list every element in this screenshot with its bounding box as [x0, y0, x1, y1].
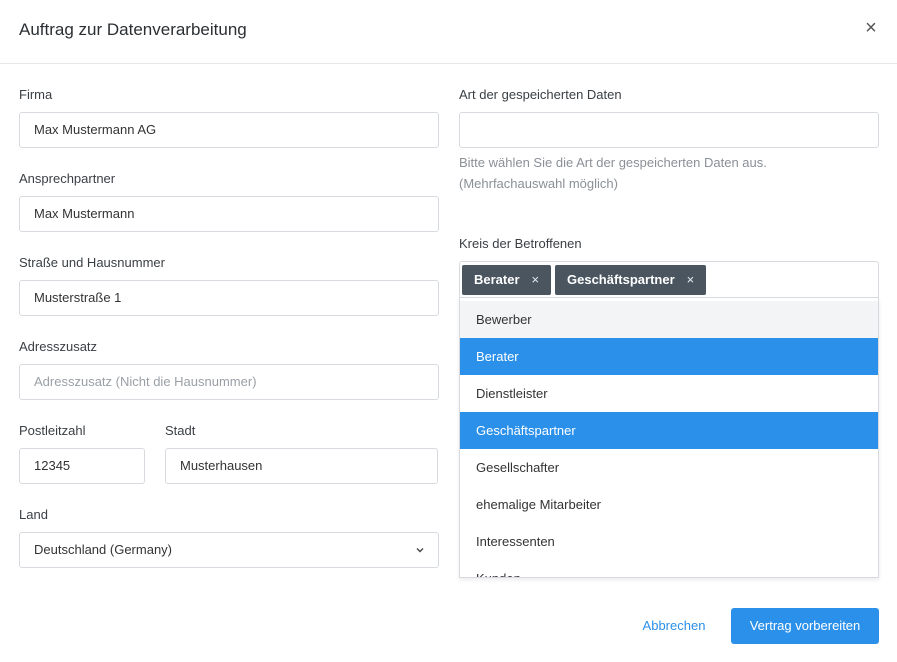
option-berater[interactable]: Berater	[460, 338, 878, 375]
option-bewerber[interactable]: Bewerber	[460, 301, 878, 338]
betroffene-label: Kreis der Betroffenen	[459, 236, 582, 251]
datenart-help-line1: Bitte wählen Sie die Art der gespeichert…	[459, 155, 767, 170]
option-geschaeftspartner[interactable]: Geschäftspartner	[460, 412, 878, 449]
land-label: Land	[19, 507, 48, 522]
betroffene-multiselect[interactable]: Berater × Geschäftspartner ×	[459, 261, 879, 297]
option-ehemalige-mitarbeiter[interactable]: ehemalige Mitarbeiter	[460, 486, 878, 523]
option-interessenten[interactable]: Interessenten	[460, 523, 878, 560]
chevron-down-icon	[416, 548, 424, 553]
ansprechpartner-label: Ansprechpartner	[19, 171, 116, 186]
firma-label: Firma	[19, 87, 53, 102]
tag-berater: Berater ×	[462, 265, 552, 295]
land-select[interactable]: Deutschland (Germany)	[19, 532, 439, 568]
option-gesellschafter[interactable]: Gesellschafter	[460, 449, 878, 486]
land-select-value: Deutschland (Germany)	[34, 542, 172, 557]
datenart-input[interactable]	[459, 112, 879, 148]
close-icon[interactable]: ×	[863, 18, 879, 38]
strasse-input[interactable]: Musterstraße 1	[19, 280, 439, 316]
dialog-title: Auftrag zur Datenverarbeitung	[19, 20, 247, 39]
firma-input[interactable]: Max Mustermann AG	[19, 112, 439, 148]
tag-geschaeftspartner: Geschäftspartner ×	[555, 265, 707, 295]
option-kunden[interactable]: Kunden	[460, 560, 878, 577]
option-dienstleister[interactable]: Dienstleister	[460, 375, 878, 412]
datenart-label: Art der gespeicherten Daten	[459, 87, 622, 102]
tag-remove-icon[interactable]: ×	[687, 272, 695, 287]
adresszusatz-label: Adresszusatz	[19, 339, 98, 354]
submit-button[interactable]: Vertrag vorbereiten	[731, 608, 879, 644]
datenart-help-line2: (Mehrfachauswahl möglich)	[459, 176, 618, 191]
tag-remove-icon[interactable]: ×	[532, 272, 540, 287]
stadt-label: Stadt	[165, 423, 196, 438]
plz-input[interactable]: 12345	[19, 448, 145, 484]
datenart-help: Bitte wählen Sie die Art der gespeichert…	[459, 152, 879, 194]
stadt-input[interactable]: Musterhausen	[165, 448, 438, 484]
plz-label: Postleitzahl	[19, 423, 86, 438]
adresszusatz-input[interactable]: Adresszusatz (Nicht die Hausnummer)	[19, 364, 439, 400]
cancel-button[interactable]: Abbrechen	[630, 608, 718, 644]
strasse-label: Straße und Hausnummer	[19, 255, 165, 270]
betroffene-dropdown: Bewerber Berater Dienstleister Geschäfts…	[459, 297, 879, 578]
dialog-header: Auftrag zur Datenverarbeitung ×	[0, 0, 897, 64]
dialog: Auftrag zur Datenverarbeitung × Firma Ma…	[0, 0, 897, 662]
ansprechpartner-input[interactable]: Max Mustermann	[19, 196, 439, 232]
tag-label: Berater	[474, 272, 520, 287]
tag-label: Geschäftspartner	[567, 272, 675, 287]
